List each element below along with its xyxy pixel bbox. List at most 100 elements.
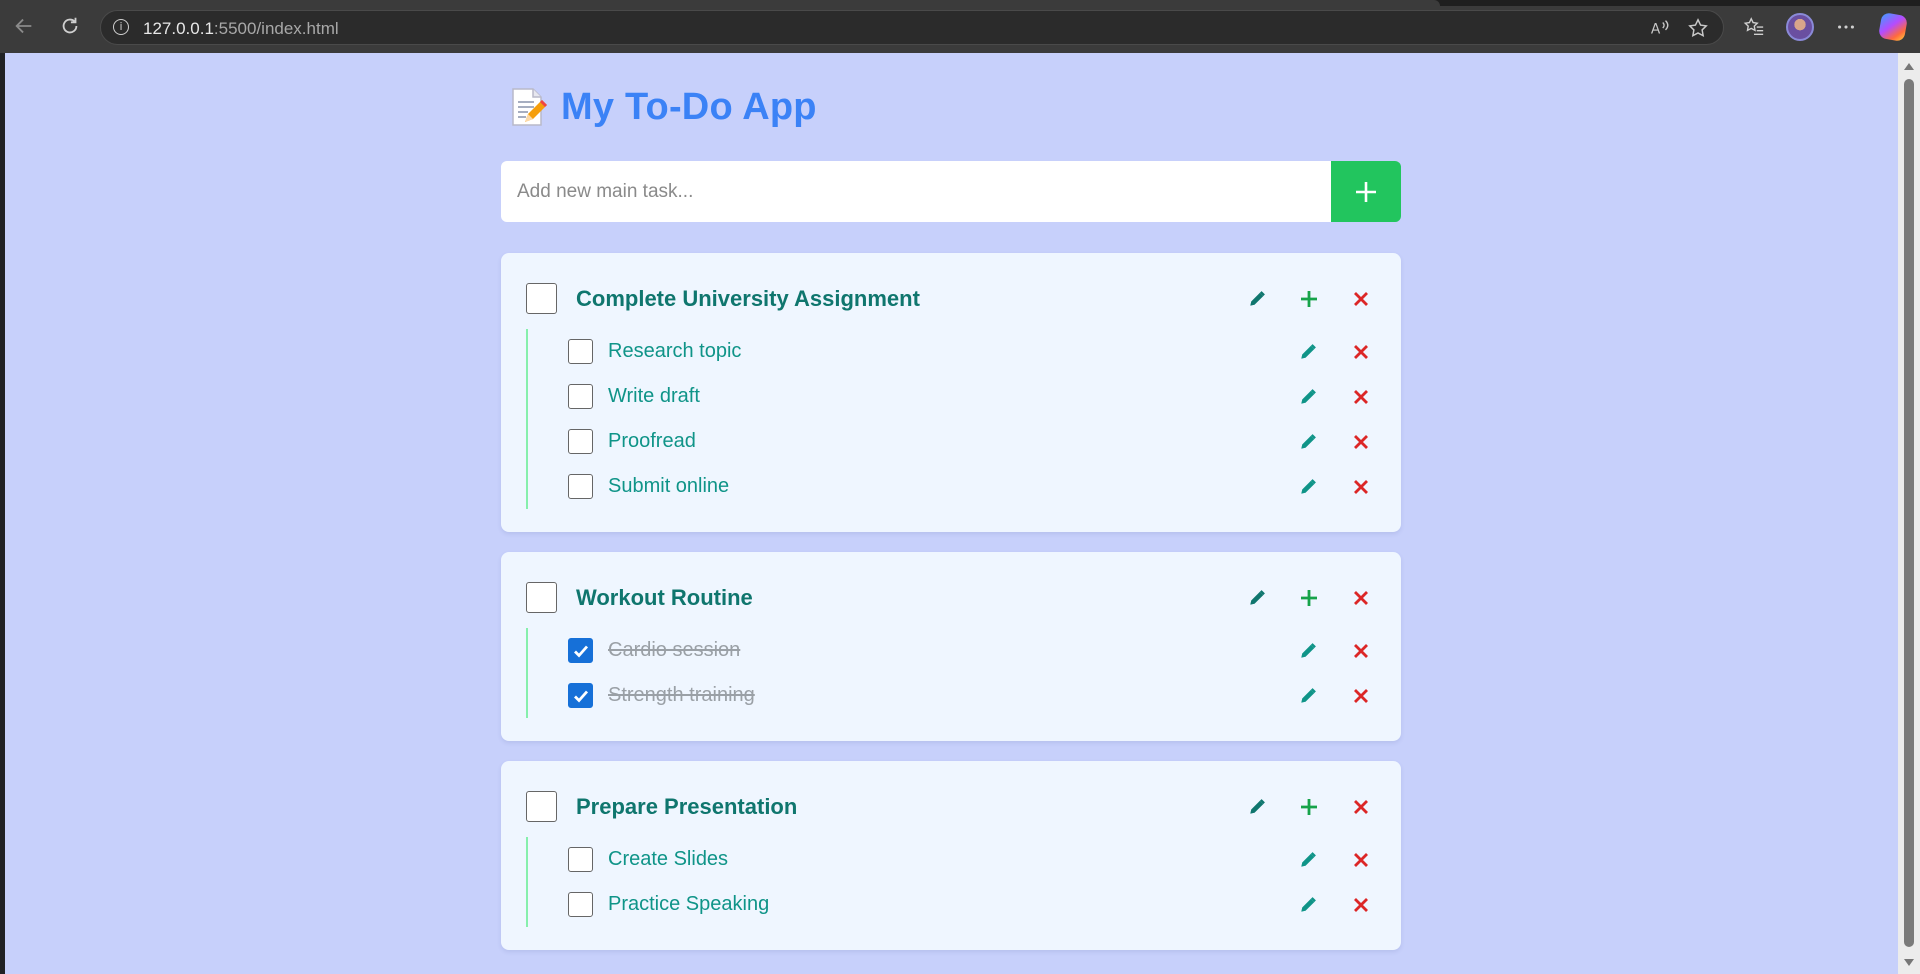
subtask-title: Write draft [608, 385, 700, 407]
url-path: :5500/index.html [213, 19, 339, 38]
subtask-item: Practice Speaking [568, 882, 1371, 927]
favorite-star-icon[interactable] [1687, 17, 1709, 44]
url-text[interactable]: 127.0.0.1:5500/index.html [143, 19, 339, 39]
active-tab[interactable] [0, 0, 1440, 6]
subtask-actions [1265, 850, 1371, 870]
app-header: My To-Do App [501, 79, 1401, 135]
subtask-actions [1265, 641, 1371, 661]
delete-task-close-icon[interactable] [1351, 588, 1371, 608]
delete-subtask-close-icon[interactable] [1351, 686, 1371, 706]
subtask-checkbox[interactable] [568, 384, 593, 409]
add-subtask-plus-icon[interactable] [1299, 588, 1319, 608]
delete-subtask-close-icon[interactable] [1351, 432, 1371, 452]
subtask-checkbox[interactable] [568, 638, 593, 663]
delete-subtask-close-icon[interactable] [1351, 895, 1371, 915]
read-aloud-icon[interactable]: A [1649, 17, 1671, 44]
edit-subtask-pencil-icon[interactable] [1298, 432, 1318, 452]
task-title: Complete University Assignment [576, 285, 920, 311]
edit-subtask-pencil-icon[interactable] [1298, 477, 1318, 497]
subtask-list: Cardio session Strength training [526, 628, 1371, 718]
subtask-checkbox[interactable] [568, 339, 593, 364]
edit-task-pencil-icon[interactable] [1247, 289, 1267, 309]
task-title: Workout Routine [576, 584, 753, 610]
subtask-item: Submit online [568, 464, 1371, 509]
delete-task-close-icon[interactable] [1351, 289, 1371, 309]
back-icon[interactable] [10, 12, 38, 40]
url-host: 127.0.0.1 [143, 19, 214, 38]
delete-task-close-icon[interactable] [1351, 797, 1371, 817]
edit-task-pencil-icon[interactable] [1247, 797, 1267, 817]
delete-subtask-close-icon[interactable] [1351, 641, 1371, 661]
task-list: Complete University Assignment Research … [501, 253, 1401, 950]
subtask-checkbox[interactable] [568, 892, 593, 917]
subtask-checkbox[interactable] [568, 429, 593, 454]
task-checkbox[interactable] [526, 283, 557, 314]
subtask-actions [1265, 686, 1371, 706]
delete-subtask-close-icon[interactable] [1351, 387, 1371, 407]
todo-app: My To-Do App Complete University Assignm… [501, 79, 1401, 950]
more-menu-icon[interactable] [1831, 12, 1861, 42]
task-actions [1215, 588, 1371, 608]
tab-strip [0, 0, 1920, 6]
subtask-item: Cardio session [568, 628, 1371, 673]
add-task-button[interactable] [1331, 161, 1401, 222]
address-bar[interactable]: i 127.0.0.1:5500/index.html A [100, 10, 1724, 45]
site-info-icon[interactable]: i [113, 19, 129, 35]
copilot-icon[interactable] [1877, 11, 1909, 43]
edit-subtask-pencil-icon[interactable] [1298, 850, 1318, 870]
task-title: Prepare Presentation [576, 793, 798, 819]
subtask-title: Submit online [608, 475, 730, 497]
subtask-actions [1265, 387, 1371, 407]
edit-subtask-pencil-icon[interactable] [1298, 895, 1318, 915]
subtask-item: Research topic [568, 329, 1371, 374]
subtask-title: Cardio session [608, 639, 741, 661]
task-header: Complete University Assignment [526, 283, 1371, 314]
edit-subtask-pencil-icon[interactable] [1298, 342, 1318, 362]
subtask-item: Proofread [568, 419, 1371, 464]
task-actions [1215, 289, 1371, 309]
browser-toolbar: i 127.0.0.1:5500/index.html A [0, 0, 1920, 53]
page-title: My To-Do App [561, 85, 817, 128]
avatar [1786, 13, 1814, 41]
edit-subtask-pencil-icon[interactable] [1298, 641, 1318, 661]
task-checkbox[interactable] [526, 582, 557, 613]
add-subtask-plus-icon[interactable] [1299, 289, 1319, 309]
subtask-list: Research topic Write draft Proofread Sub… [526, 329, 1371, 509]
add-subtask-plus-icon[interactable] [1299, 797, 1319, 817]
svg-text:A: A [1651, 22, 1661, 38]
favorites-icon[interactable] [1739, 12, 1769, 42]
subtask-title: Proofread [608, 430, 696, 452]
subtask-actions [1265, 342, 1371, 362]
subtask-actions [1265, 432, 1371, 452]
delete-subtask-close-icon[interactable] [1351, 477, 1371, 497]
edit-subtask-pencil-icon[interactable] [1298, 387, 1318, 407]
subtask-title: Practice Speaking [608, 893, 770, 915]
edit-subtask-pencil-icon[interactable] [1298, 686, 1318, 706]
profile-avatar[interactable] [1785, 12, 1815, 42]
subtask-title: Create Slides [608, 848, 729, 870]
task-header: Prepare Presentation [526, 791, 1371, 822]
subtask-title: Research topic [608, 340, 742, 362]
scrollbar-thumb[interactable] [1904, 79, 1914, 947]
delete-subtask-close-icon[interactable] [1351, 342, 1371, 362]
subtask-title: Strength training [608, 684, 755, 706]
subtask-checkbox[interactable] [568, 474, 593, 499]
subtask-checkbox[interactable] [568, 683, 593, 708]
delete-subtask-close-icon[interactable] [1351, 850, 1371, 870]
scroll-up-arrow[interactable] [1904, 63, 1914, 70]
edit-task-pencil-icon[interactable] [1247, 588, 1267, 608]
plus-icon [1356, 181, 1376, 202]
task-card: Workout Routine Cardio session Strength … [501, 552, 1401, 741]
reload-icon[interactable] [56, 12, 84, 40]
new-task-input[interactable] [501, 161, 1331, 222]
subtask-list: Create Slides Practice Speaking [526, 837, 1371, 927]
subtask-actions [1265, 895, 1371, 915]
subtask-item: Create Slides [568, 837, 1371, 882]
task-checkbox[interactable] [526, 791, 557, 822]
scrollbar[interactable] [1898, 53, 1920, 974]
task-card: Prepare Presentation Create Slides Pract… [501, 761, 1401, 950]
subtask-item: Strength training [568, 673, 1371, 718]
subtask-checkbox[interactable] [568, 847, 593, 872]
scroll-down-arrow[interactable] [1904, 959, 1914, 966]
add-task-form [501, 161, 1401, 222]
